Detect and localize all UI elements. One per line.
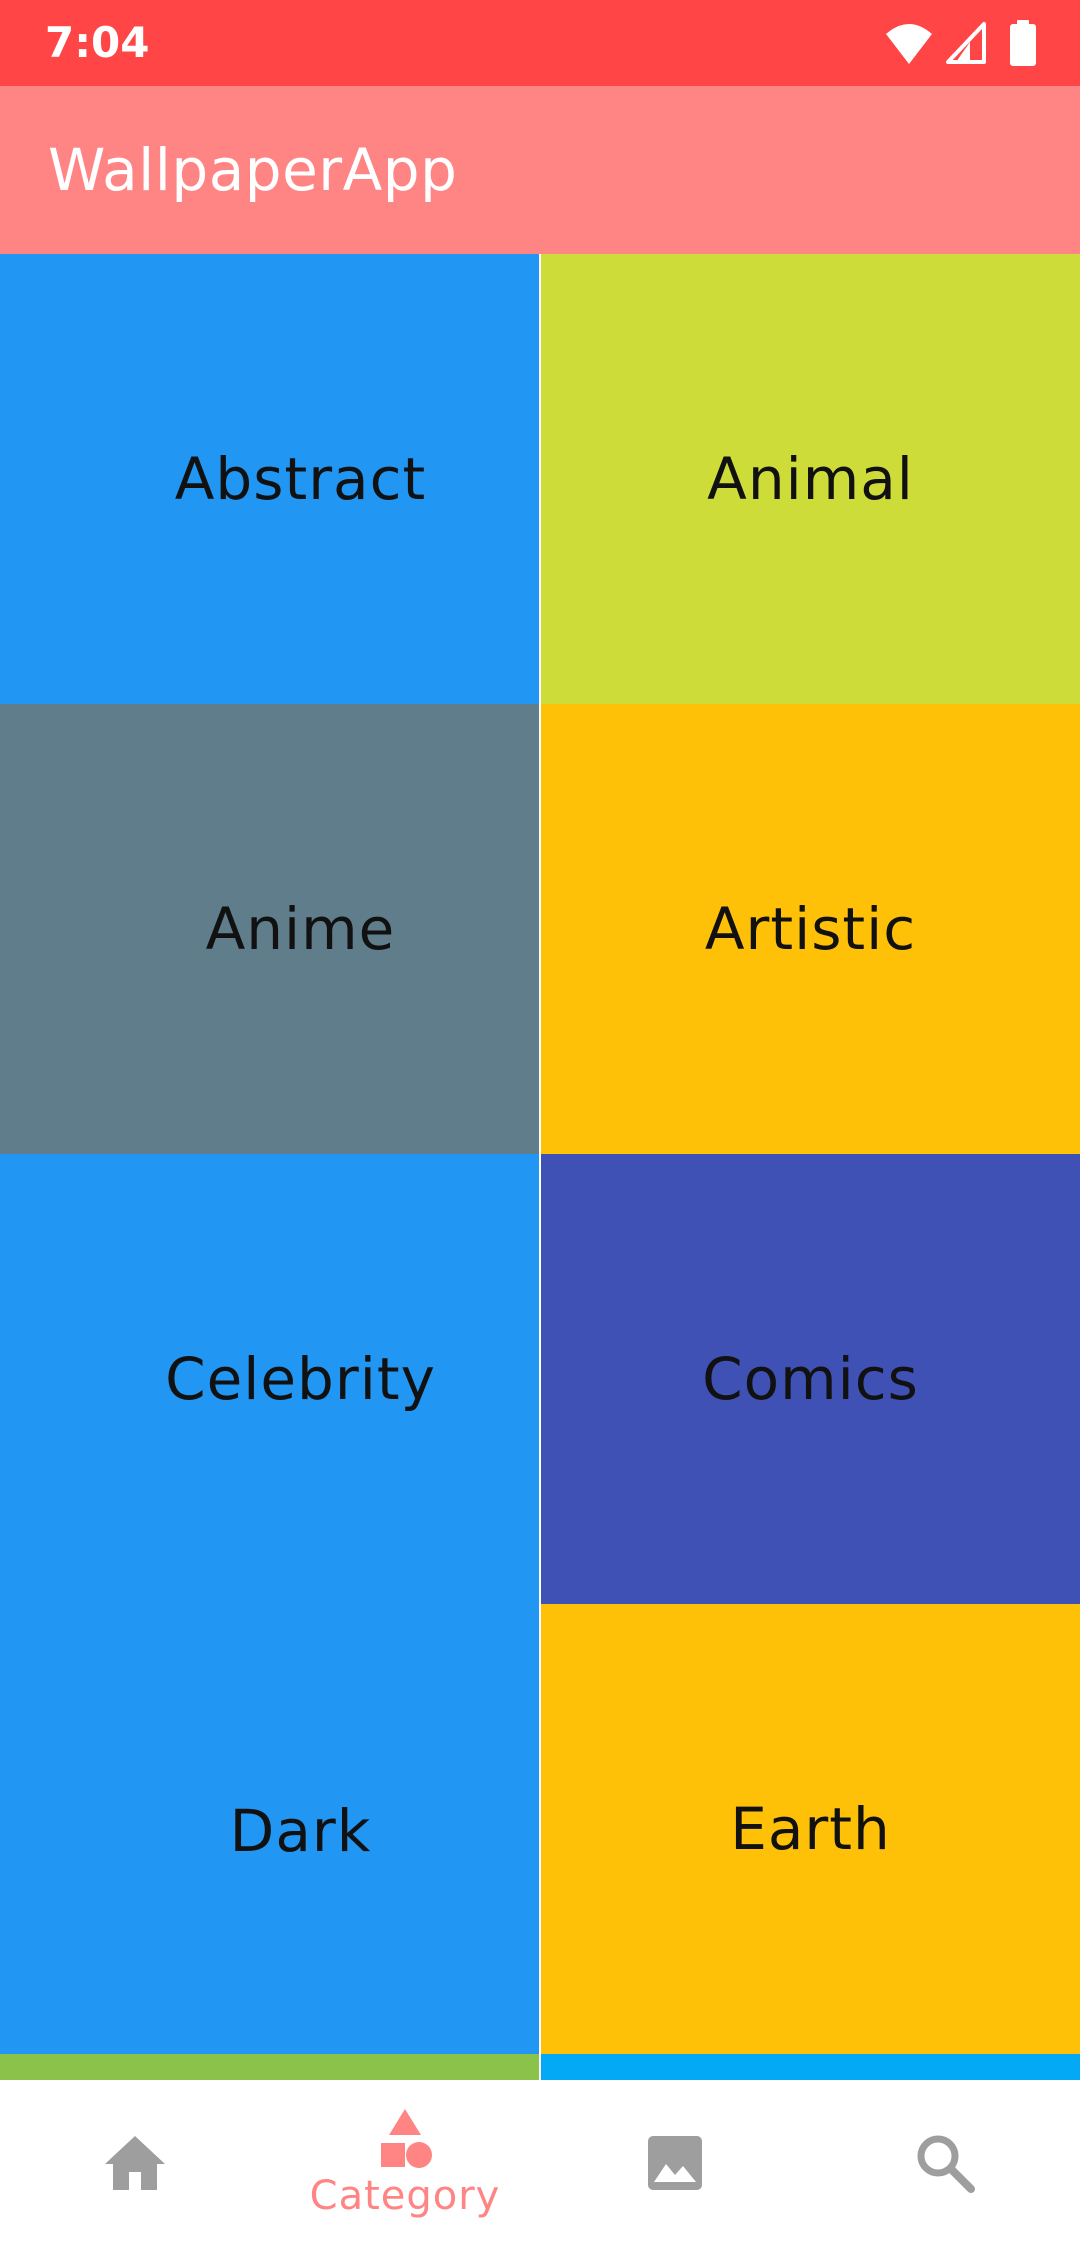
category-tile-comics[interactable]: Comics <box>541 1154 1080 1604</box>
category-label: Artistic <box>704 895 917 963</box>
category-tile-partial-left[interactable] <box>0 2054 539 2080</box>
home-icon <box>105 2136 165 2190</box>
bottom-navigation: Category <box>0 2080 1080 2246</box>
category-grid[interactable]: Abstract Animal Anime Artistic Celebrity… <box>0 254 1080 2080</box>
category-tile-anime[interactable]: Anime <box>0 704 539 1154</box>
category-tile-animal[interactable]: Animal <box>541 254 1080 704</box>
nav-item-wallpapers[interactable] <box>540 2080 810 2246</box>
category-label: Abstract <box>174 445 427 513</box>
nav-item-search[interactable] <box>810 2080 1080 2246</box>
category-label: Celebrity <box>165 1345 436 1413</box>
nav-label-category: Category <box>309 2173 501 2219</box>
category-tile-artistic[interactable]: Artistic <box>541 704 1080 1154</box>
nav-item-category[interactable]: Category <box>270 2080 540 2246</box>
wifi-icon <box>886 24 932 64</box>
category-label: Comics <box>702 1345 919 1413</box>
nav-item-home[interactable] <box>0 2080 270 2246</box>
category-icon <box>381 2109 432 2168</box>
status-time: 7:04 <box>45 18 150 67</box>
search-icon <box>917 2135 975 2193</box>
signal-icon <box>946 22 986 64</box>
category-label: Animal <box>707 445 914 513</box>
category-tile-celebrity[interactable]: Celebrity <box>0 1154 539 1604</box>
image-icon <box>648 2136 702 2190</box>
category-tile-dark[interactable]: Dark <box>0 1604 539 2058</box>
category-tile-earth[interactable]: Earth <box>541 1604 1080 2054</box>
category-tile-abstract[interactable]: Abstract <box>0 254 539 704</box>
category-tile-partial-right[interactable] <box>541 2054 1080 2080</box>
app-bar: WallpaperApp <box>0 86 1080 254</box>
category-label: Anime <box>205 895 396 963</box>
category-label: Earth <box>730 1795 891 1863</box>
category-label: Dark <box>229 1797 372 1865</box>
status-bar: 7:04 <box>0 0 1080 86</box>
screen: 7:04 WallpaperApp Abstract Animal Anime … <box>0 0 1080 2246</box>
battery-icon <box>1010 20 1036 66</box>
app-title: WallpaperApp <box>48 136 458 204</box>
